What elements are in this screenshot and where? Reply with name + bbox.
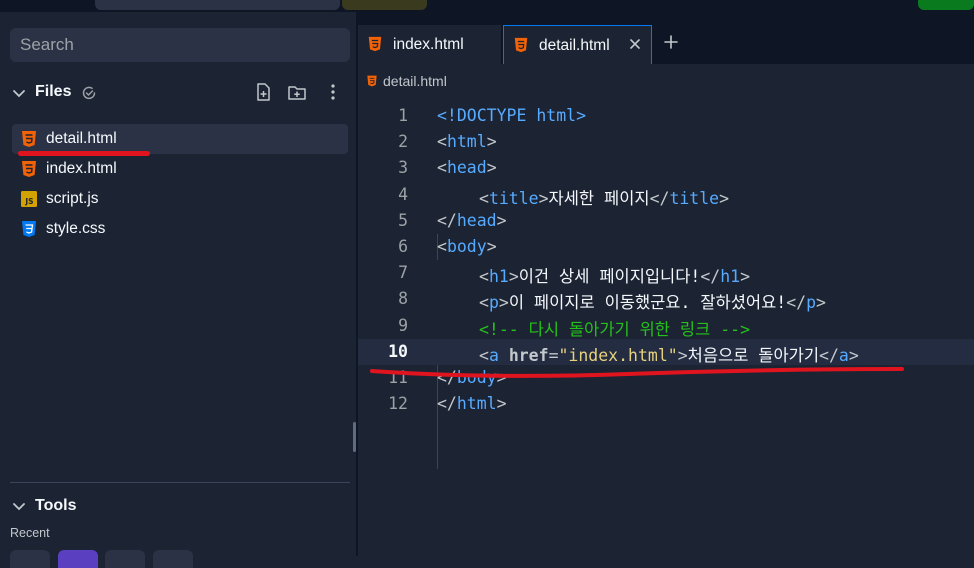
line-number: 10 (388, 341, 408, 361)
line-number: 6 (398, 236, 408, 256)
html5-icon (367, 75, 377, 87)
code-line: 2 <html> (358, 129, 974, 155)
tab-label: detail.html (539, 37, 610, 54)
tag-token: title (669, 188, 720, 208)
tag-token: head (446, 158, 487, 178)
html5-icon (514, 37, 528, 53)
attr-token: href (508, 345, 549, 365)
code-line: 12 </html> (358, 391, 974, 417)
sidebar: Files detail.html (0, 12, 357, 568)
doctype-token: <!DOCTYPE html> (437, 106, 587, 125)
code-area[interactable]: 1 <!DOCTYPE html> 2 <html> 3 <head> 4 <t… (358, 103, 974, 469)
tag-token: a (838, 345, 849, 365)
line-number: 5 (398, 210, 408, 230)
tag-token: title (488, 188, 539, 208)
tools-title: Tools (35, 497, 77, 514)
line-number: 12 (388, 394, 408, 414)
window-top-strip (0, 0, 974, 12)
code-line: 4 <title>자세한 페이지</title> (358, 182, 974, 208)
line-number: 3 (398, 158, 408, 178)
text-token: 자세한 페이지 (548, 188, 650, 208)
text-token: 이 페이지로 이동했군요. 잘하셨어요! (508, 293, 787, 313)
tools-section-header[interactable]: Tools (10, 494, 210, 518)
line-number: 11 (388, 367, 408, 387)
line-number: 8 (398, 289, 408, 309)
file-item-detail-html[interactable]: detail.html (12, 124, 348, 156)
text-token: 이건 상세 페이지입니다! (518, 267, 701, 287)
tag-token: a (488, 345, 499, 365)
string-token: "index.html" (558, 345, 678, 365)
tag-token: html (456, 394, 497, 414)
tab-detail-html[interactable]: detail.html (503, 25, 652, 64)
tab-index-html[interactable]: index.html (358, 25, 501, 64)
new-folder-icon[interactable] (287, 82, 307, 102)
html5-icon (368, 36, 382, 52)
recent-label: Recent (10, 526, 50, 540)
recent-tool-chip[interactable] (153, 550, 193, 568)
sync-check-icon (82, 86, 96, 100)
code-line: 8 <p>이 페이지로 이동했군요. 잘하셨어요!</p> (358, 286, 974, 312)
code-line: 6 <body> (358, 234, 974, 260)
javascript-icon: JS (21, 191, 37, 207)
code-line: 9 <!-- 다시 돌아가기 위한 링크 --> (358, 313, 974, 339)
line-number: 9 (398, 315, 408, 335)
file-item-index-html[interactable]: index.html (12, 154, 348, 184)
tag-token: body (446, 236, 487, 256)
files-section-header[interactable]: Files (10, 80, 350, 106)
svg-text:JS: JS (24, 197, 33, 206)
recent-tool-chip[interactable] (58, 550, 98, 568)
more-options-icon[interactable] (323, 82, 343, 102)
file-name: script.js (46, 190, 99, 207)
tag-token: head (456, 210, 497, 230)
code-line-active: 10 <a href="index.html">처음으로 돌아가기</a> (358, 338, 974, 365)
code-line: 1 <!DOCTYPE html> (358, 103, 974, 129)
file-item-script-js[interactable]: JS script.js (12, 184, 348, 214)
add-tab-icon[interactable] (661, 32, 681, 52)
file-name: style.css (46, 220, 106, 237)
code-line: 11 </body> (358, 365, 974, 391)
files-title: Files (35, 83, 72, 100)
recent-tool-chip[interactable] (105, 550, 145, 568)
html5-icon (22, 161, 36, 177)
tag-token: p (806, 293, 816, 313)
search-input[interactable] (10, 28, 350, 62)
file-name: detail.html (46, 130, 117, 147)
line-number: 1 (398, 106, 408, 125)
code-line: 3 <head> (358, 155, 974, 181)
new-file-icon[interactable] (253, 82, 273, 102)
tag-token: p (488, 293, 499, 313)
line-number: 4 (398, 184, 408, 204)
chevron-down-icon[interactable] (12, 499, 26, 513)
comment-token: <!-- 다시 돌아가기 위한 링크 --> (479, 319, 751, 339)
recent-tool-chip[interactable] (10, 550, 50, 568)
code-line: 5 </head> (358, 208, 974, 234)
file-tree: detail.html index.html JS script.js styl… (12, 124, 348, 244)
html5-icon (22, 131, 36, 147)
text-token: 처음으로 돌아가기 (687, 345, 820, 365)
tag-token: body (456, 367, 497, 387)
tab-bar: index.html detail.html (358, 12, 974, 64)
breadcrumb-file: detail.html (383, 73, 447, 89)
run-button-fragment[interactable] (918, 0, 974, 10)
css3-icon (22, 221, 36, 237)
file-name: index.html (46, 160, 117, 177)
tag-token: h1 (488, 267, 509, 287)
line-number: 7 (398, 263, 408, 283)
tag-token: h1 (720, 267, 741, 287)
browser-tab-fragment[interactable] (95, 0, 340, 10)
file-item-style-css[interactable]: style.css (12, 214, 348, 244)
line-number: 2 (398, 132, 408, 152)
editor-pane: index.html detail.html detail.html 1 <!D… (358, 12, 974, 556)
equals-token: = (548, 345, 559, 365)
status-chip-fragment (342, 0, 427, 10)
chevron-down-icon[interactable] (12, 86, 26, 100)
tab-label: index.html (393, 36, 464, 53)
tag-token: html (446, 132, 487, 152)
close-icon[interactable] (627, 36, 643, 52)
code-line: 7 <h1>이건 상세 페이지입니다!</h1> (358, 260, 974, 286)
divider (10, 482, 350, 483)
